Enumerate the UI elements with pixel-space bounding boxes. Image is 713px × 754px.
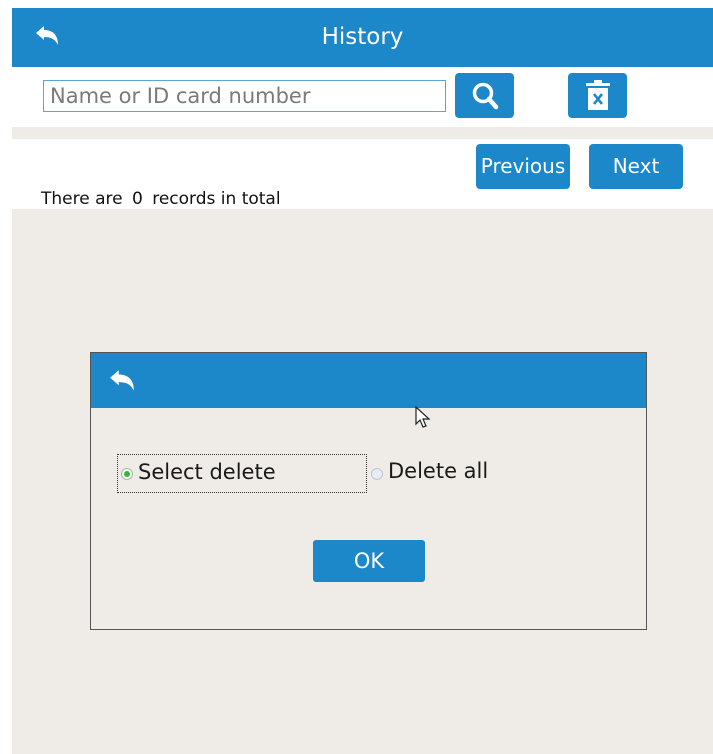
record-count-suffix: records in total	[152, 189, 281, 209]
back-arrow-icon[interactable]	[108, 369, 136, 393]
page-title: History	[321, 24, 404, 50]
delete-dialog: Select delete Delete all OK	[90, 352, 647, 630]
ok-button[interactable]: OK	[313, 540, 425, 582]
next-button[interactable]: Next	[589, 144, 683, 189]
record-count-prefix: There are	[41, 189, 123, 209]
select-delete-option[interactable]: Select delete	[117, 454, 367, 493]
record-count-value: 0	[132, 189, 143, 209]
trash-icon	[585, 79, 610, 110]
delete-all-label: Delete all	[388, 459, 489, 483]
search-button[interactable]	[455, 73, 514, 118]
previous-button[interactable]: Previous	[476, 144, 570, 189]
select-delete-label: Select delete	[138, 460, 276, 484]
delete-button[interactable]	[568, 73, 627, 118]
radio-unselected-icon[interactable]	[371, 468, 383, 480]
radio-selected-icon[interactable]	[121, 468, 133, 480]
search-bar	[12, 67, 713, 127]
title-bar: History	[12, 8, 713, 67]
pagination-bar: Previous Next There are 0 records in tot…	[12, 139, 713, 209]
delete-all-option[interactable]: Delete all	[369, 454, 509, 493]
dialog-header	[91, 353, 646, 408]
mouse-cursor-icon	[415, 406, 431, 428]
search-icon	[472, 82, 498, 109]
search-input[interactable]	[43, 80, 446, 112]
app-window: History Previous Next There are 0 record…	[12, 8, 713, 754]
record-count-text: There are 0 records in total	[41, 189, 281, 209]
